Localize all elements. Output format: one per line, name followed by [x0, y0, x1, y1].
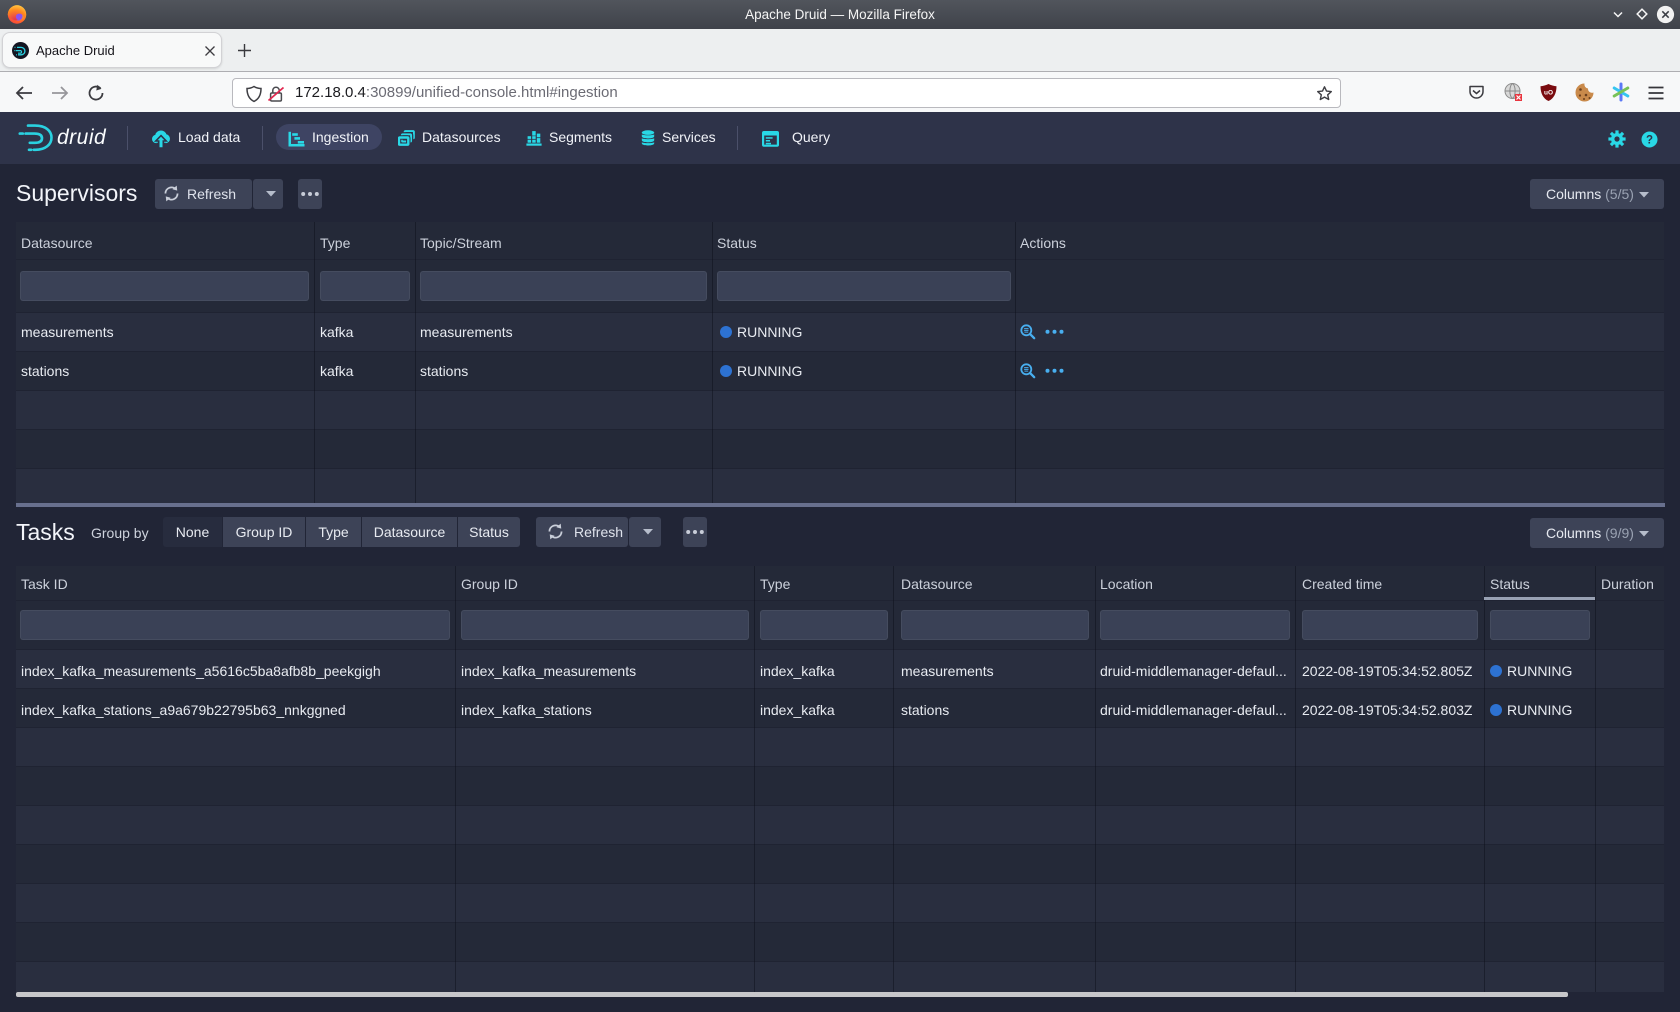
svg-text:?: ? — [1646, 135, 1653, 147]
svg-text:uO: uO — [1544, 90, 1553, 97]
